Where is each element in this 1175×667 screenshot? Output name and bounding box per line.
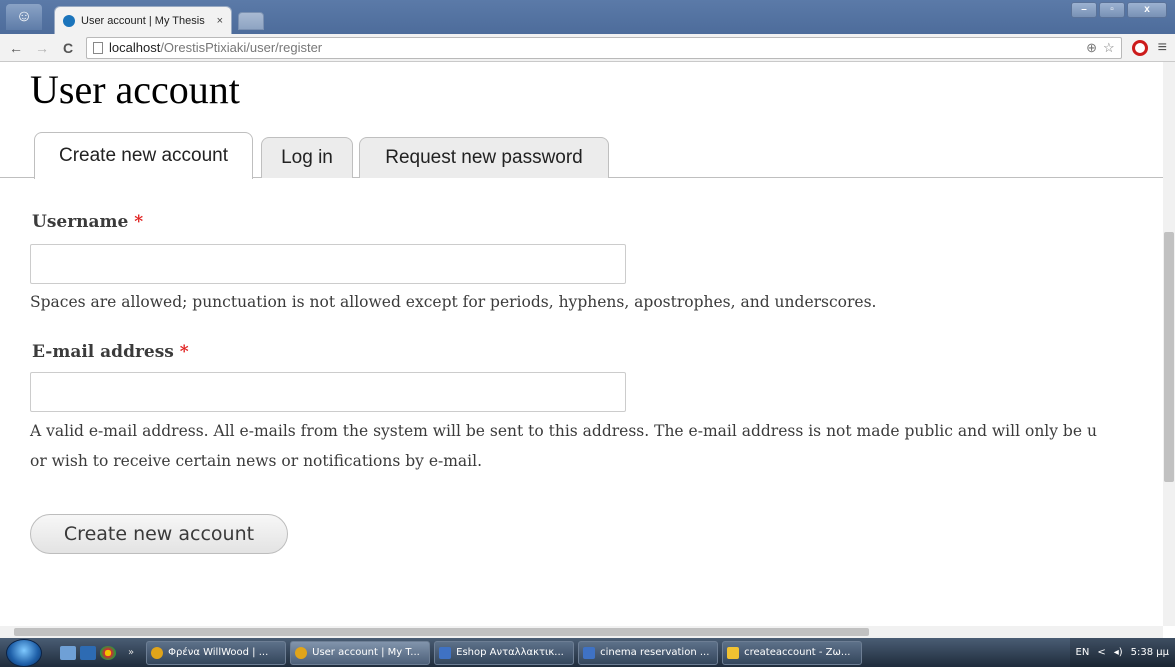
drupal-favicon-icon: [63, 14, 75, 27]
browser-toolbar: ← → C localhost/OrestisPtixiaki/user/reg…: [0, 34, 1175, 62]
chrome-quicklaunch-icon[interactable]: [100, 645, 116, 660]
vertical-scroll-thumb[interactable]: [1164, 232, 1174, 482]
tray-expand-icon[interactable]: <: [1097, 647, 1105, 658]
chrome-icon: [151, 646, 164, 659]
minimize-button[interactable]: –: [1071, 2, 1097, 18]
taskbar-button-label: Φρένα WillWood | ...: [168, 647, 269, 658]
language-indicator[interactable]: EN: [1076, 647, 1090, 658]
taskbar-button[interactable]: cinema reservation ...: [578, 640, 719, 665]
word-icon: [439, 646, 452, 659]
new-tab-button[interactable]: [238, 12, 264, 30]
username-help: Spaces are allowed; punctuation is not a…: [30, 293, 877, 311]
system-tray: EN < ◂) 5:38 μμ: [1069, 638, 1175, 667]
taskbar-button[interactable]: User account | My T...: [290, 640, 431, 665]
switch-windows-icon[interactable]: [80, 645, 96, 660]
tab-request-new-password[interactable]: Request new password: [359, 137, 609, 178]
back-icon[interactable]: ←: [8, 40, 24, 56]
maximize-button[interactable]: ▫: [1099, 2, 1125, 18]
windows-taskbar: » Φρένα WillWood | ... User account | My…: [0, 638, 1175, 667]
url-host: localhost: [109, 40, 161, 55]
tab-create-new-account[interactable]: Create new account: [34, 132, 253, 179]
vertical-scrollbar[interactable]: [1163, 62, 1175, 626]
username-input[interactable]: [30, 244, 626, 284]
close-button[interactable]: x: [1127, 2, 1167, 18]
reload-icon[interactable]: C: [60, 40, 76, 56]
taskbar-button[interactable]: createaccount - Ζω...: [722, 640, 863, 665]
tab-close-icon[interactable]: ×: [217, 15, 223, 27]
email-label: E-mail address *: [32, 342, 189, 362]
page-viewport: User account Create new account Log in R…: [0, 62, 1163, 626]
email-input[interactable]: [30, 372, 626, 412]
page-icon: [93, 41, 103, 54]
username-required-mark: *: [134, 212, 144, 232]
username-label-text: Username: [32, 212, 129, 232]
email-help-line-2: or wish to receive certain news or notif…: [30, 452, 483, 470]
visual-studio-icon: [727, 646, 740, 659]
clock[interactable]: 5:38 μμ: [1131, 647, 1169, 658]
tab-log-in[interactable]: Log in: [261, 137, 353, 178]
search-icon[interactable]: ⊕: [1086, 40, 1097, 56]
taskbar-button[interactable]: Φρένα WillWood | ...: [146, 640, 287, 665]
username-label: Username *: [32, 212, 143, 232]
chrome-profile-icon[interactable]: ☺: [6, 4, 42, 30]
chrome-icon: [295, 646, 308, 659]
menu-icon[interactable]: ≡: [1158, 39, 1167, 57]
browser-titlebar: ☺ User account | My Thesis × – ▫ x: [0, 0, 1175, 34]
horizontal-scrollbar[interactable]: [0, 626, 1163, 638]
volume-icon[interactable]: ◂): [1114, 647, 1123, 658]
forward-icon[interactable]: →: [34, 40, 50, 56]
horizontal-scroll-thumb[interactable]: [14, 628, 869, 636]
email-label-text: E-mail address: [32, 342, 174, 362]
browser-tab[interactable]: User account | My Thesis ×: [54, 6, 232, 34]
account-tabs: Create new account Log in Request new pa…: [0, 132, 1163, 179]
address-bar[interactable]: localhost/OrestisPtixiaki/user/register …: [86, 36, 1122, 59]
taskbar-button[interactable]: Eshop Ανταλλακτικ...: [434, 640, 575, 665]
taskbar-button-label: createaccount - Ζω...: [744, 647, 851, 658]
word-icon: [583, 646, 596, 659]
email-required-mark: *: [179, 342, 189, 362]
tab-title: User account | My Thesis: [81, 14, 205, 27]
taskbar-button-label: Eshop Ανταλλακτικ...: [456, 647, 564, 658]
taskbar-button-label: User account | My T...: [312, 647, 420, 658]
url-path: /OrestisPtixiaki/user/register: [160, 40, 323, 55]
opera-extension-icon[interactable]: [1131, 39, 1148, 56]
page-title: User account: [30, 67, 240, 112]
bookmark-star-icon[interactable]: ☆: [1103, 40, 1115, 56]
create-new-account-button[interactable]: Create new account: [30, 514, 288, 554]
quicklaunch-more-icon[interactable]: »: [128, 647, 134, 658]
taskbar-button-label: cinema reservation ...: [600, 647, 710, 658]
show-desktop-icon[interactable]: [60, 645, 76, 660]
window-controls: – ▫ x: [1071, 2, 1167, 18]
start-button[interactable]: [6, 638, 42, 667]
email-help-line-1: A valid e-mail address. All e-mails from…: [30, 422, 1097, 440]
